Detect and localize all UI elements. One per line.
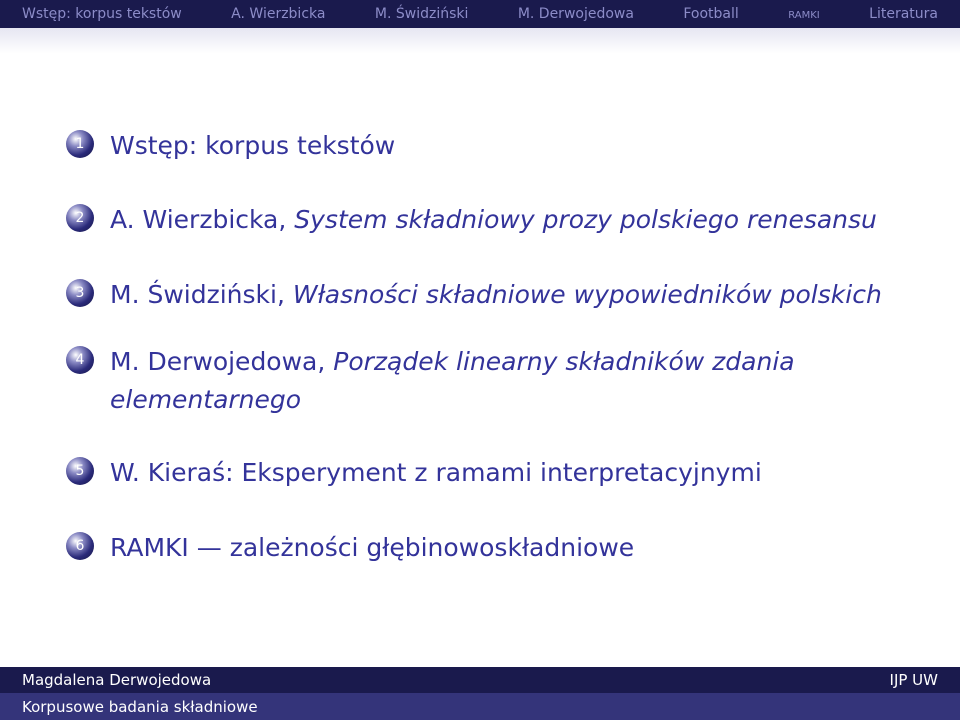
toc-item[interactable]: 4 M. Derwojedowa, Porządek linearny skła… [66,343,810,419]
toc-item[interactable]: 1 Wstęp: korpus tekstów [66,127,890,165]
footer-author: Magdalena Derwojedowa [22,671,212,689]
toc-item[interactable]: 3 M. Świdziński, Własności składniowe wy… [66,276,890,314]
table-of-contents: 1 Wstęp: korpus tekstów 2 A. Wierzbicka,… [0,0,960,720]
toc-item-text: Wstęp: korpus tekstów [110,127,890,165]
item-number-ball: 3 [66,279,94,307]
item-number-ball: 5 [66,457,94,485]
toc-item-plain: Wstęp: korpus tekstów [110,131,396,160]
toc-item[interactable]: 6 RAMKI — zależności głębinowoskładniowe [66,529,890,567]
item-number-ball: 6 [66,532,94,560]
toc-item-plain: A. Wierzbicka, [110,205,295,234]
toc-item-plain: RAMKI — zależności głębinowoskładniowe [110,533,635,562]
toc-item-plain: M. Świdziński, [110,280,293,309]
toc-item-text: M. Świdziński, Własności składniowe wypo… [110,276,890,314]
toc-item-text: RAMKI — zależności głębinowoskładniowe [110,529,890,567]
toc-item-text: A. Wierzbicka, System składniowy prozy p… [110,201,890,239]
toc-item[interactable]: 5 W. Kieraś: Eksperyment z ramami interp… [66,454,890,492]
toc-item[interactable]: 2 A. Wierzbicka, System składniowy prozy… [66,201,890,239]
item-number-ball: 2 [66,204,94,232]
toc-item-italic: System składniowy prozy polskiego renesa… [294,205,877,234]
toc-item-plain: M. Derwojedowa, [110,347,334,376]
toc-item-text: M. Derwojedowa, Porządek linearny składn… [110,343,810,419]
footer-institute: IJP UW [889,671,938,689]
toc-item-text: W. Kieraś: Eksperyment z ramami interpre… [110,454,890,492]
footer-title: Korpusowe badania składniowe [22,697,258,716]
footer-bottom-bar: Korpusowe badania składniowe [0,693,960,720]
footer-top-bar: Magdalena Derwojedowa IJP UW [0,667,960,693]
item-number-ball: 1 [66,130,94,158]
toc-item-plain: W. Kieraś: Eksperyment z ramami interpre… [110,458,762,487]
item-number-ball: 4 [66,346,94,374]
toc-item-italic: Własności składniowe wypowiedników polsk… [292,280,882,309]
